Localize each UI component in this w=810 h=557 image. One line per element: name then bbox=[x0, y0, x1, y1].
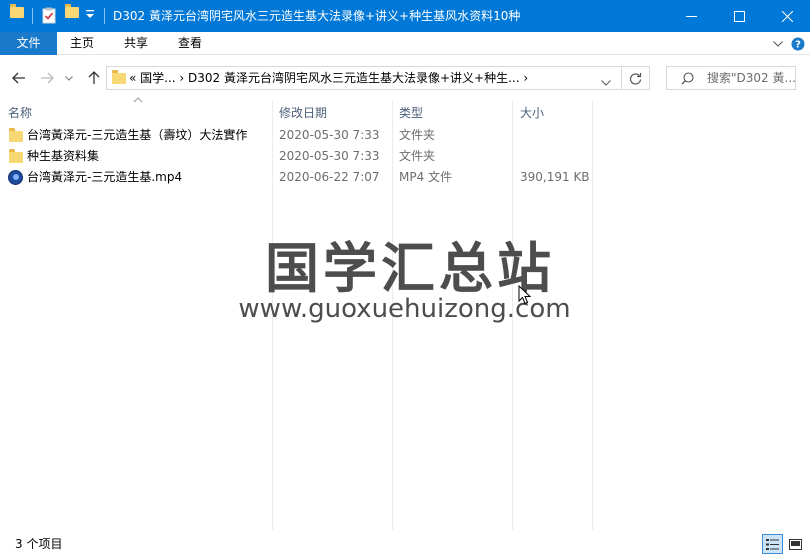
sort-ascending-icon bbox=[133, 97, 143, 103]
column-date-modified[interactable]: 修改日期 bbox=[279, 101, 327, 125]
file-type: MP4 文件 bbox=[399, 170, 453, 184]
folder-icon bbox=[10, 4, 24, 18]
folder-icon bbox=[9, 128, 23, 143]
chevron-down-icon bbox=[773, 40, 783, 47]
refresh-button[interactable] bbox=[622, 66, 650, 90]
search-box[interactable]: 搜索"D302 黃... bbox=[666, 66, 796, 90]
file-date: 2020-05-30 7:33 bbox=[279, 149, 380, 163]
minimize-button[interactable] bbox=[668, 0, 714, 32]
close-icon bbox=[781, 10, 793, 22]
large-icons-view-button[interactable] bbox=[785, 534, 806, 554]
column-type[interactable]: 类型 bbox=[399, 101, 423, 125]
help-icon: ? bbox=[791, 37, 805, 50]
column-header: 名称 修改日期 类型 大小 bbox=[0, 101, 810, 125]
tab-home[interactable]: 主页 bbox=[57, 32, 107, 55]
file-name[interactable]: 种生基资料集 bbox=[27, 146, 99, 167]
tab-view[interactable]: 查看 bbox=[165, 32, 215, 55]
status-bar: 3 个项目 bbox=[0, 530, 810, 557]
forward-button[interactable] bbox=[36, 67, 58, 89]
search-icon bbox=[681, 72, 694, 88]
navigation-bar: « 国学... › D302 黃泽元台湾阴宅风水三元造生基大法录像+讲义+种生.… bbox=[0, 55, 810, 101]
file-date: 2020-05-30 7:33 bbox=[279, 128, 380, 142]
window-title: D302 黃泽元台湾阴宅风水三元造生基大法录像+讲义+种生基风水资料10种 bbox=[113, 9, 521, 23]
ribbon: 文件 主页 共享 查看 ? bbox=[0, 32, 810, 55]
address-path[interactable]: « 国学... › D302 黃泽元台湾阴宅风水三元造生基大法录像+讲义+种生.… bbox=[129, 67, 528, 89]
details-view-icon bbox=[766, 538, 779, 550]
arrow-right-icon bbox=[41, 72, 54, 84]
expand-ribbon-button[interactable] bbox=[770, 32, 786, 55]
chevron-down-icon bbox=[65, 75, 73, 81]
file-row[interactable]: 种生基资料集 2020-05-30 7:33 文件夹 bbox=[0, 146, 600, 167]
chevron-down-icon bbox=[601, 80, 611, 86]
close-button[interactable] bbox=[764, 0, 810, 32]
refresh-icon bbox=[629, 72, 642, 85]
folder-icon bbox=[112, 70, 126, 87]
file-size: 390,191 KB bbox=[520, 170, 590, 184]
file-type: 文件夹 bbox=[399, 128, 436, 142]
up-button[interactable] bbox=[83, 67, 105, 89]
large-icons-view-icon bbox=[789, 538, 802, 550]
file-row[interactable]: 台湾黃泽元-三元造生基.mp4 2020-06-22 7:07 MP4 文件 3… bbox=[0, 167, 600, 188]
column-name[interactable]: 名称 bbox=[8, 101, 32, 125]
file-row[interactable]: 台湾黃泽元-三元造生基（壽坟）大法實作 2020-05-30 7:33 文件夹 bbox=[0, 125, 600, 146]
properties-icon[interactable] bbox=[42, 7, 56, 24]
minimize-icon bbox=[685, 15, 697, 17]
mouse-cursor-icon bbox=[518, 285, 532, 305]
file-type: 文件夹 bbox=[399, 149, 436, 163]
tab-file[interactable]: 文件 bbox=[0, 32, 57, 55]
back-button[interactable] bbox=[8, 67, 30, 89]
folder-icon bbox=[9, 149, 23, 164]
file-name[interactable]: 台湾黃泽元-三元造生基（壽坟）大法實作 bbox=[27, 125, 247, 146]
item-count: 3 个项目 bbox=[15, 537, 63, 551]
column-size[interactable]: 大小 bbox=[520, 101, 544, 125]
arrow-up-icon bbox=[88, 71, 100, 84]
video-file-icon bbox=[8, 170, 23, 185]
divider bbox=[32, 8, 33, 24]
file-name[interactable]: 台湾黃泽元-三元造生基.mp4 bbox=[27, 167, 182, 188]
arrow-left-icon bbox=[12, 72, 25, 84]
new-folder-icon[interactable] bbox=[65, 4, 79, 18]
maximize-button[interactable] bbox=[716, 0, 762, 32]
recent-locations-button[interactable] bbox=[62, 67, 76, 89]
address-dropdown-button[interactable] bbox=[601, 75, 611, 89]
search-placeholder: 搜索"D302 黃... bbox=[707, 71, 796, 85]
details-view-button[interactable] bbox=[762, 534, 783, 554]
customize-quick-access-icon[interactable] bbox=[85, 9, 95, 21]
svg-text:?: ? bbox=[795, 39, 801, 50]
title-bar: D302 黃泽元台湾阴宅风水三元造生基大法录像+讲义+种生基风水资料10种 bbox=[0, 0, 810, 32]
maximize-icon bbox=[733, 10, 745, 22]
tab-share[interactable]: 共享 bbox=[107, 32, 165, 55]
address-bar[interactable]: « 国学... › D302 黃泽元台湾阴宅风水三元造生基大法录像+讲义+种生.… bbox=[106, 66, 622, 90]
help-button[interactable]: ? bbox=[790, 32, 806, 55]
file-date: 2020-06-22 7:07 bbox=[279, 170, 380, 184]
divider bbox=[104, 8, 105, 24]
